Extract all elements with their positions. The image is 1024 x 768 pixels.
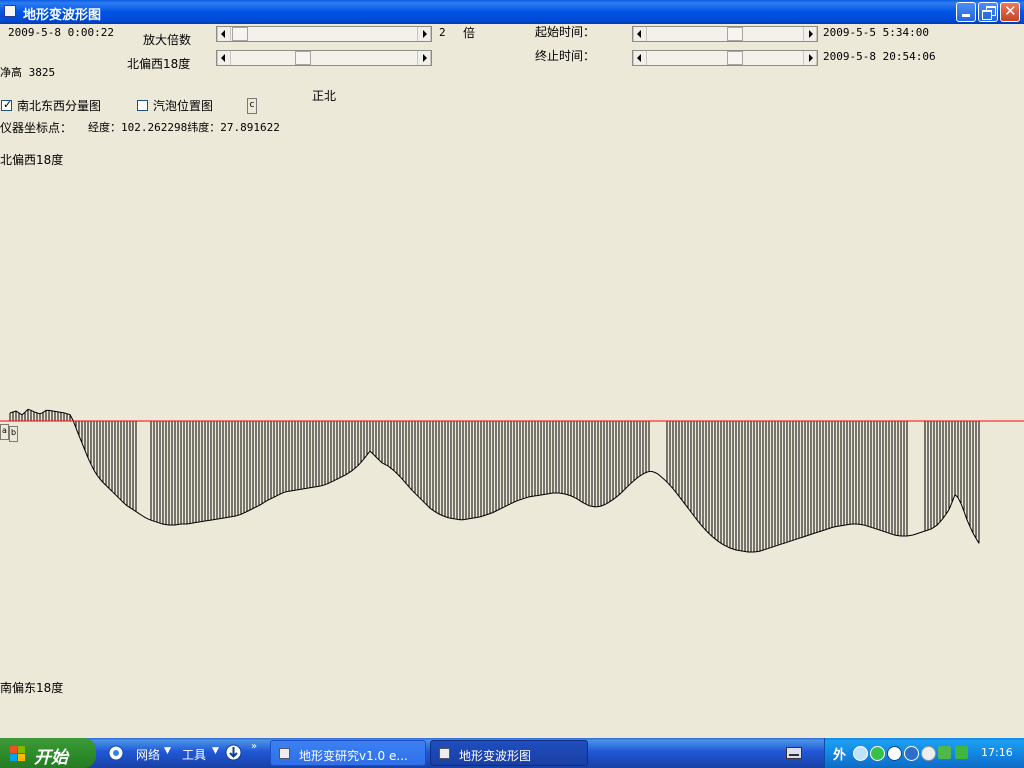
keyboard-icon[interactable] <box>786 747 802 759</box>
scroll-left-icon[interactable] <box>633 51 647 65</box>
bubble-label[interactable]: 汽泡位置图 <box>153 99 213 113</box>
magnify-unit: 倍 <box>463 26 476 40</box>
scroll-left-icon[interactable] <box>217 27 231 41</box>
slider-thumb[interactable] <box>295 51 311 65</box>
check-icon: ✓ <box>3 98 13 111</box>
bubble-checkbox[interactable] <box>137 100 148 111</box>
scroll-right-icon[interactable] <box>417 51 431 65</box>
app-icon[interactable] <box>4 5 16 17</box>
taskbar-item-waveform[interactable]: 地形变波形图 <box>430 740 588 766</box>
magnify-label: 放大倍数 <box>143 33 192 47</box>
ns-ew-label[interactable]: 南北东西分量图 <box>17 99 101 113</box>
window-icon <box>279 748 290 759</box>
toolbar-network[interactable]: 网络 <box>136 746 160 763</box>
close-button[interactable]: ✕ <box>1000 2 1020 22</box>
angle-slider[interactable] <box>216 50 432 66</box>
slider-thumb[interactable] <box>727 51 743 65</box>
magnify-value: 2 <box>439 26 446 39</box>
net-height: 净高 3825 <box>0 66 56 79</box>
more-icon[interactable]: » <box>251 741 257 752</box>
plot-bottom-label: 南偏东18度 <box>0 681 64 695</box>
slider-thumb[interactable] <box>727 27 743 41</box>
task-label: 地形变研究v1.0 e... <box>299 749 408 763</box>
ns-ew-checkbox[interactable]: ✓ <box>1 98 13 111</box>
download-icon[interactable] <box>225 744 242 761</box>
tray-shield-icon[interactable] <box>955 746 968 759</box>
network-dropdown-icon[interactable]: ▼ <box>164 746 171 756</box>
start-time-label: 起始时间： <box>535 25 596 39</box>
scroll-right-icon[interactable] <box>803 27 817 41</box>
north-label: 正北 <box>312 89 337 103</box>
tray-app-icon[interactable] <box>853 746 868 761</box>
window-title: 地形变波形图 <box>23 8 102 23</box>
end-time-value: 2009-5-8 20:54:06 <box>823 50 936 63</box>
waveform-bars <box>9 409 980 552</box>
waveform-envelope <box>9 408 980 553</box>
scroll-left-icon[interactable] <box>633 27 647 41</box>
start-time-slider[interactable] <box>632 26 818 42</box>
magnify-slider[interactable] <box>216 26 432 42</box>
tray-download-icon[interactable] <box>887 746 902 761</box>
ime-icon[interactable]: 外 <box>833 744 846 763</box>
toolbar-tools[interactable]: 工具 <box>182 746 206 763</box>
c-button[interactable]: c <box>247 98 257 114</box>
angle-label: 北偏西18度 <box>127 57 191 71</box>
system-tray: 外 17:16 <box>824 738 1024 768</box>
coords-label: 仪器坐标点： <box>0 121 73 135</box>
start-label: 开始 <box>34 748 68 768</box>
scroll-left-icon[interactable] <box>217 51 231 65</box>
windows-logo-icon <box>10 746 25 761</box>
a-button[interactable]: a <box>0 424 9 440</box>
taskbar: 开始 网络 ▼ 工具 ▼ » 地形变研究v1.0 e... 地形变波形图 外 1… <box>0 738 1024 768</box>
b-button[interactable]: b <box>9 426 18 442</box>
start-time-value: 2009-5-5 5:34:00 <box>823 26 929 39</box>
end-time-label: 终止时间： <box>535 49 596 63</box>
tray-network-icon[interactable] <box>938 746 951 759</box>
minimize-button[interactable] <box>956 2 976 22</box>
scroll-right-icon[interactable] <box>417 27 431 41</box>
clock[interactable]: 17:16 <box>981 746 1013 759</box>
browser-icon[interactable] <box>108 745 124 761</box>
scroll-right-icon[interactable] <box>803 51 817 65</box>
title-bar[interactable]: 地形变波形图 ✕ <box>0 0 1024 24</box>
tray-app-icon[interactable] <box>904 746 919 761</box>
restore-button[interactable] <box>978 2 998 22</box>
slider-thumb[interactable] <box>232 27 248 41</box>
window-icon <box>439 748 450 759</box>
coords-value: 经度：102.262298纬度：27.891622 <box>88 121 280 134</box>
waveform-plot <box>0 408 1024 553</box>
end-time-slider[interactable] <box>632 50 818 66</box>
tray-app-icon[interactable] <box>870 746 885 761</box>
tray-app-icon[interactable] <box>921 746 936 761</box>
taskbar-item-research[interactable]: 地形变研究v1.0 e... <box>270 740 426 766</box>
task-label: 地形变波形图 <box>459 749 532 763</box>
plot-top-label: 北偏西18度 <box>0 153 64 167</box>
tools-dropdown-icon[interactable]: ▼ <box>212 746 219 756</box>
current-datetime: 2009-5-8 0:00:22 <box>8 26 114 39</box>
start-button[interactable]: 开始 <box>0 738 96 768</box>
